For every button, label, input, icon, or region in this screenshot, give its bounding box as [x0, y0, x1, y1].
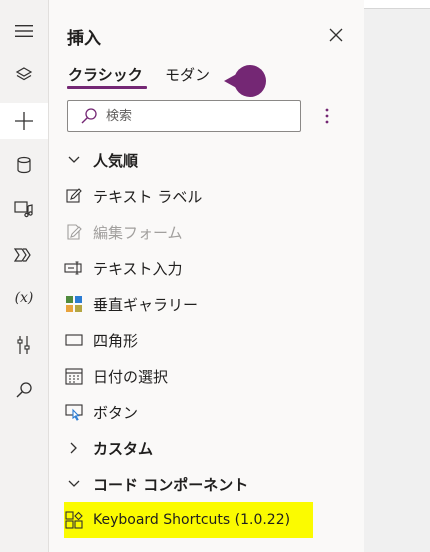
cursor-pointer-icon [222, 63, 268, 103]
rectangle-icon [64, 330, 84, 350]
chevron-down-icon [64, 474, 84, 494]
item-label: Keyboard Shortcuts (1.0.22) [93, 512, 291, 528]
hamburger-icon[interactable] [0, 13, 48, 49]
item-label: 四角形 [93, 331, 139, 350]
item-label: 編集フォーム [93, 223, 183, 242]
left-rail: (x) [0, 0, 49, 552]
list-item-edit-form[interactable]: 編集フォーム [49, 214, 364, 250]
item-label: テキスト入力 [93, 259, 183, 278]
section-label: コード コンポーネント [93, 475, 249, 494]
section-label: カスタム [93, 439, 154, 458]
calendar-icon [64, 366, 84, 386]
section-label: 人気順 [93, 151, 139, 170]
component-icon [64, 510, 84, 530]
active-tab-indicator [67, 86, 147, 89]
chevron-down-icon [64, 150, 84, 170]
item-label: テキスト ラベル [93, 187, 203, 206]
edit-form-icon [64, 222, 84, 242]
button-icon [64, 402, 84, 422]
tab-classic[interactable]: クラシック [68, 64, 143, 85]
close-icon[interactable] [325, 24, 347, 46]
search-icon[interactable] [0, 372, 48, 408]
more-vertical-icon[interactable] [319, 104, 335, 128]
list-item-vertical-gallery[interactable]: 垂直ギャラリー [49, 286, 364, 322]
edit-icon [64, 186, 84, 206]
section-code-components[interactable]: コード コンポーネント [49, 466, 364, 502]
layers-icon[interactable] [0, 57, 48, 93]
variables-icon-label: (x) [14, 290, 34, 306]
section-popular[interactable]: 人気順 [49, 142, 364, 178]
list-item-text-input[interactable]: テキスト入力 [49, 250, 364, 286]
chevron-right-icon [64, 438, 84, 458]
tools-icon[interactable] [0, 327, 48, 363]
list-item-rectangle[interactable]: 四角形 [49, 322, 364, 358]
variables-icon[interactable]: (x) [0, 280, 48, 316]
item-label: 垂直ギャラリー [93, 295, 199, 314]
list-item-button[interactable]: ボタン [49, 394, 364, 430]
item-label: ボタン [93, 403, 139, 422]
panel-title: 挿入 [67, 29, 101, 49]
plus-icon[interactable] [0, 103, 48, 139]
flows-icon[interactable] [0, 237, 48, 273]
data-icon[interactable] [0, 147, 48, 183]
text-input-icon [64, 258, 84, 278]
search-input[interactable] [104, 107, 288, 125]
list-item-text-label[interactable]: テキスト ラベル [49, 178, 364, 214]
media-icon[interactable] [0, 191, 48, 227]
gallery-icon [64, 294, 84, 314]
item-label: 日付の選択 [93, 367, 169, 386]
canvas-top-strip [364, 0, 430, 9]
insert-panel: 挿入 クラシック モダン 人気順 テキスト ラベル 編集フォーム [49, 0, 364, 552]
tab-modern[interactable]: モダン [165, 64, 210, 85]
section-custom[interactable]: カスタム [49, 430, 364, 466]
canvas-area [364, 0, 430, 552]
list-item-date-picker[interactable]: 日付の選択 [49, 358, 364, 394]
list-item-keyboard-shortcuts[interactable]: Keyboard Shortcuts (1.0.22) [49, 502, 364, 538]
search-field[interactable] [67, 100, 301, 132]
search-icon [80, 106, 100, 126]
